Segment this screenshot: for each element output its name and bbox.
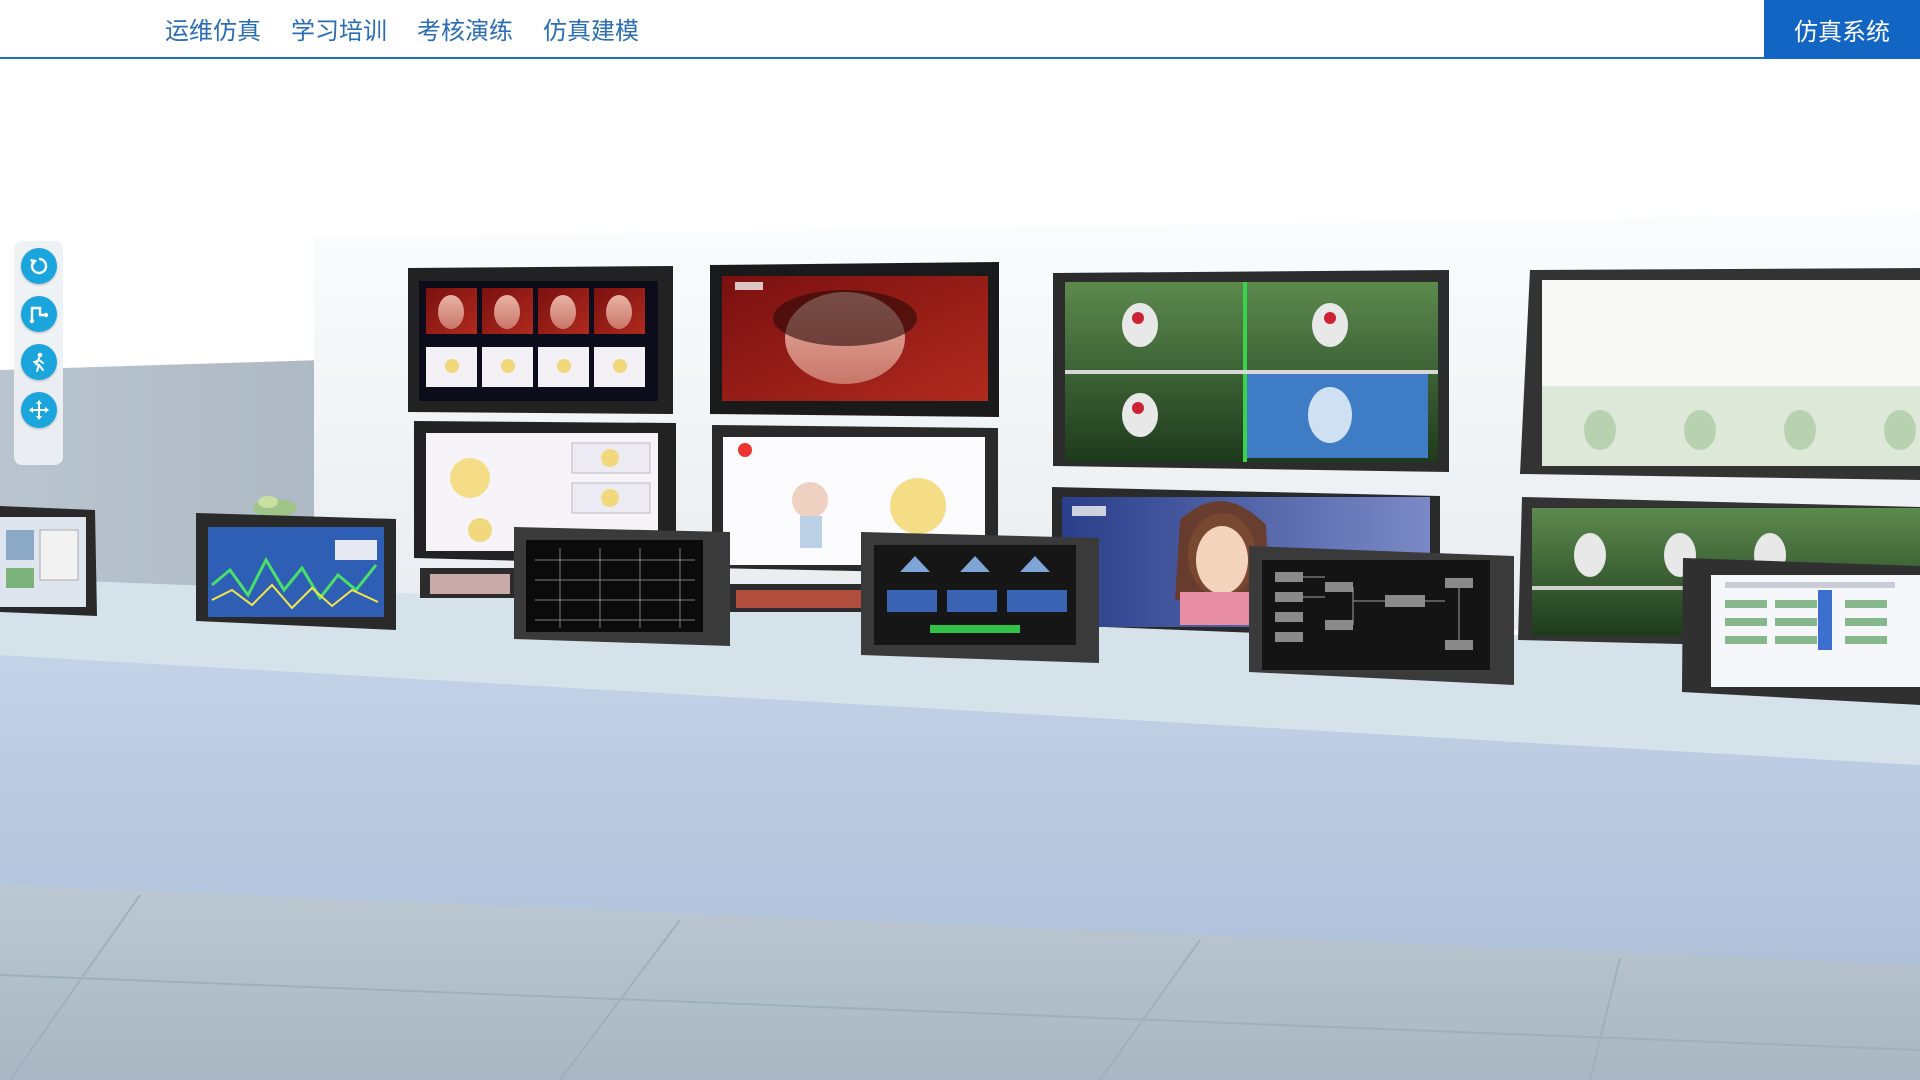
nav-item-exam-drill[interactable]: 考核演练	[417, 11, 513, 46]
desk-monitor-2	[514, 527, 730, 646]
wall-monitor-3	[1053, 270, 1449, 472]
top-nav-bar: 运维仿真 学习培训 考核演练 仿真建模 仿真系统	[0, 0, 1920, 59]
nav-item-modeling[interactable]: 仿真建模	[543, 11, 639, 46]
rotate-reset-icon	[30, 257, 48, 275]
nav-item-training[interactable]: 学习培训	[291, 11, 387, 46]
desk-monitor-4	[1249, 546, 1514, 685]
walk-mode-icon	[33, 352, 44, 372]
desk-monitor-3	[861, 532, 1099, 663]
move-pan-icon	[29, 400, 49, 420]
route-button[interactable]	[21, 296, 57, 332]
pan-move-button[interactable]	[21, 392, 57, 428]
wall-monitor-4	[1520, 268, 1920, 480]
view-toolbar	[14, 241, 63, 465]
desk-monitor-0	[0, 506, 97, 616]
route-path-icon	[29, 306, 49, 324]
main-nav: 运维仿真 学习培训 考核演练 仿真建模	[165, 0, 669, 57]
walk-mode-button[interactable]	[21, 344, 57, 380]
reset-view-button[interactable]	[21, 248, 57, 284]
control-room-render	[0, 59, 1920, 1080]
simulation-system-button[interactable]: 仿真系统	[1764, 0, 1920, 59]
3d-viewport[interactable]	[0, 59, 1920, 1080]
wall-monitor-2	[710, 262, 999, 417]
desk-monitor-5	[1682, 558, 1920, 705]
wall-monitor-1	[408, 266, 673, 414]
desk-monitor-1	[196, 513, 396, 630]
nav-item-ops-simulation[interactable]: 运维仿真	[165, 11, 261, 46]
